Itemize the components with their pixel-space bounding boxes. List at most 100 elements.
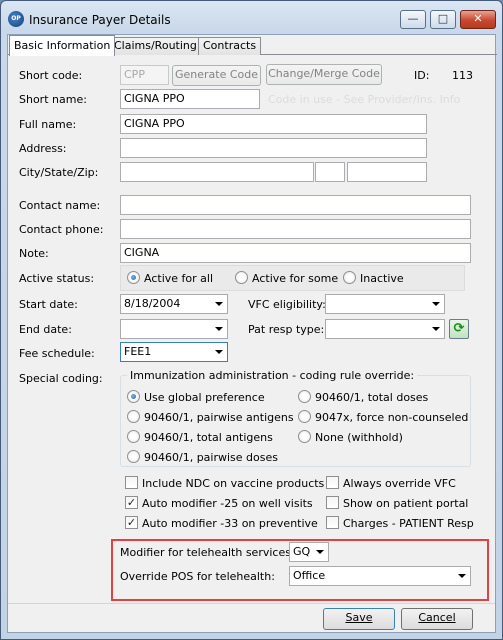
city-state-zip-label: City/State/Zip:: [19, 166, 99, 179]
short-name-input[interactable]: CIGNA PPO: [120, 89, 260, 109]
contact-name-input[interactable]: [120, 195, 471, 215]
short-code-label: Short code:: [19, 69, 83, 82]
refresh-icon[interactable]: ⟳: [449, 319, 469, 339]
checkbox-auto-modifier-33-label[interactable]: Auto modifier -33 on preventive: [142, 517, 318, 530]
chevron-down-icon: [215, 302, 223, 306]
tab-basic-information[interactable]: Basic Information: [9, 35, 116, 56]
footer-divider: [8, 603, 495, 604]
radio-use-global[interactable]: [127, 390, 140, 403]
active-status-label: Active status:: [19, 272, 95, 285]
radio-active-some[interactable]: [235, 271, 248, 284]
minimize-icon: —: [407, 12, 419, 25]
radio-none-withhold-label[interactable]: None (withhold): [315, 431, 403, 444]
vfc-eligibility-label: VFC eligibility:: [248, 298, 326, 311]
radio-pairwise-doses[interactable]: [127, 450, 140, 463]
zip-input[interactable]: [347, 162, 427, 182]
radio-active-all-label[interactable]: Active for all: [144, 272, 213, 285]
fee-schedule-value: FEE1: [124, 345, 152, 358]
note-label: Note:: [19, 247, 49, 260]
insurance-payer-dialog: OP Insurance Payer Details — □ ✕ Basic I…: [0, 0, 503, 640]
radio-inactive[interactable]: [343, 271, 356, 284]
checkbox-include-ndc-label[interactable]: Include NDC on vaccine products: [142, 477, 324, 490]
maximize-button[interactable]: □: [430, 10, 456, 29]
tab-claims-routing[interactable]: Claims/Routing: [109, 37, 202, 55]
radio-pairwise-antigens-label[interactable]: 90460/1, pairwise antigens: [144, 411, 294, 424]
radio-inactive-label[interactable]: Inactive: [360, 272, 404, 285]
checkbox-auto-modifier-25[interactable]: ✓: [125, 496, 138, 509]
contact-name-label: Contact name:: [19, 199, 101, 212]
telehealth-modifier-value: GQ: [293, 545, 311, 558]
close-icon: ✕: [473, 12, 483, 25]
end-date-dropdown[interactable]: [120, 319, 228, 339]
start-date-label: Start date:: [19, 298, 78, 311]
city-input[interactable]: [120, 162, 314, 182]
radio-none-withhold[interactable]: [298, 430, 311, 443]
telehealth-modifier-label: Modifier for telehealth services:: [120, 546, 295, 559]
generate-code-button[interactable]: Generate Code: [172, 65, 261, 86]
checkbox-charges-patient-resp-label[interactable]: Charges - PATIENT Resp: [343, 517, 474, 530]
checkbox-auto-modifier-25-label[interactable]: Auto modifier -25 on well visits: [142, 497, 313, 510]
cancel-button[interactable]: Cancel: [401, 608, 473, 630]
chevron-down-icon: [458, 574, 466, 578]
radio-use-global-label[interactable]: Use global preference: [144, 391, 265, 404]
close-button[interactable]: ✕: [460, 10, 496, 29]
checkbox-always-override-vfc[interactable]: [326, 476, 339, 489]
full-name-label: Full name:: [19, 118, 77, 131]
tab-contracts[interactable]: Contracts: [198, 37, 262, 55]
immunization-group-title: Immunization administration - coding rul…: [127, 369, 418, 382]
pat-resp-type-dropdown[interactable]: [325, 319, 445, 339]
contact-phone-label: Contact phone:: [19, 223, 104, 236]
radio-pairwise-antigens[interactable]: [127, 410, 140, 423]
radio-force-non-counseled-label[interactable]: 9047x, force non-counseled: [315, 411, 468, 424]
vfc-eligibility-dropdown[interactable]: [325, 294, 445, 314]
radio-active-all[interactable]: [127, 271, 140, 284]
checkbox-always-override-vfc-label[interactable]: Always override VFC: [343, 477, 456, 490]
full-name-input[interactable]: CIGNA PPO: [120, 114, 427, 134]
start-date-value: 8/18/2004: [124, 297, 181, 310]
tab-strip: Basic Information Claims/Routing Contrac…: [8, 35, 497, 56]
telehealth-pos-dropdown[interactable]: Office: [289, 566, 471, 586]
short-code-input[interactable]: CPP: [120, 65, 169, 85]
radio-total-antigens[interactable]: [127, 430, 140, 443]
radio-active-some-label[interactable]: Active for some: [252, 272, 338, 285]
telehealth-modifier-dropdown[interactable]: GQ: [289, 542, 329, 562]
address-input[interactable]: [120, 138, 427, 158]
basic-information-panel: Short code: CPP Generate Code Change/Mer…: [9, 55, 492, 603]
radio-total-doses[interactable]: [298, 390, 311, 403]
id-label: ID:: [414, 69, 430, 82]
fee-schedule-dropdown[interactable]: FEE1: [120, 342, 228, 362]
telehealth-pos-value: Office: [293, 569, 326, 582]
checkbox-include-ndc[interactable]: [125, 476, 138, 489]
window-title: Insurance Payer Details: [29, 13, 171, 27]
short-name-label: Short name:: [19, 93, 87, 106]
radio-total-doses-label[interactable]: 90460/1, total doses: [315, 391, 428, 404]
cancel-button-label: Cancel: [418, 611, 456, 624]
state-input[interactable]: [315, 162, 345, 182]
checkbox-show-on-portal[interactable]: [326, 496, 339, 509]
code-in-use-note: Code in use - See Provider/Ins. Info: [268, 93, 461, 106]
chevron-down-icon: [432, 302, 440, 306]
note-input[interactable]: CIGNA: [120, 243, 471, 263]
special-coding-label: Special coding:: [19, 372, 103, 385]
save-button-label: Save: [345, 611, 373, 624]
checkbox-auto-modifier-33[interactable]: ✓: [125, 516, 138, 529]
minimize-button[interactable]: —: [400, 10, 426, 29]
start-date-dropdown[interactable]: 8/18/2004: [120, 294, 228, 314]
radio-force-non-counseled[interactable]: [298, 410, 311, 423]
checkbox-charges-patient-resp[interactable]: [326, 516, 339, 529]
radio-pairwise-doses-label[interactable]: 90460/1, pairwise doses: [144, 451, 278, 464]
title-bar[interactable]: OP Insurance Payer Details — □ ✕: [1, 1, 502, 33]
maximize-icon: □: [437, 12, 449, 25]
fee-schedule-label: Fee schedule:: [19, 347, 95, 360]
chevron-down-icon: [316, 550, 324, 554]
end-date-label: End date:: [19, 323, 72, 336]
dialog-body: Basic Information Claims/Routing Contrac…: [7, 34, 497, 633]
checkbox-show-on-portal-label[interactable]: Show on patient portal: [343, 497, 468, 510]
chevron-down-icon: [215, 350, 223, 354]
telehealth-pos-label: Override POS for telehealth:: [120, 570, 275, 583]
contact-phone-input[interactable]: [120, 219, 471, 239]
address-label: Address:: [19, 142, 67, 155]
change-merge-code-button[interactable]: Change/Merge Code: [266, 64, 382, 85]
radio-total-antigens-label[interactable]: 90460/1, total antigens: [144, 431, 273, 444]
save-button[interactable]: Save: [323, 608, 395, 630]
